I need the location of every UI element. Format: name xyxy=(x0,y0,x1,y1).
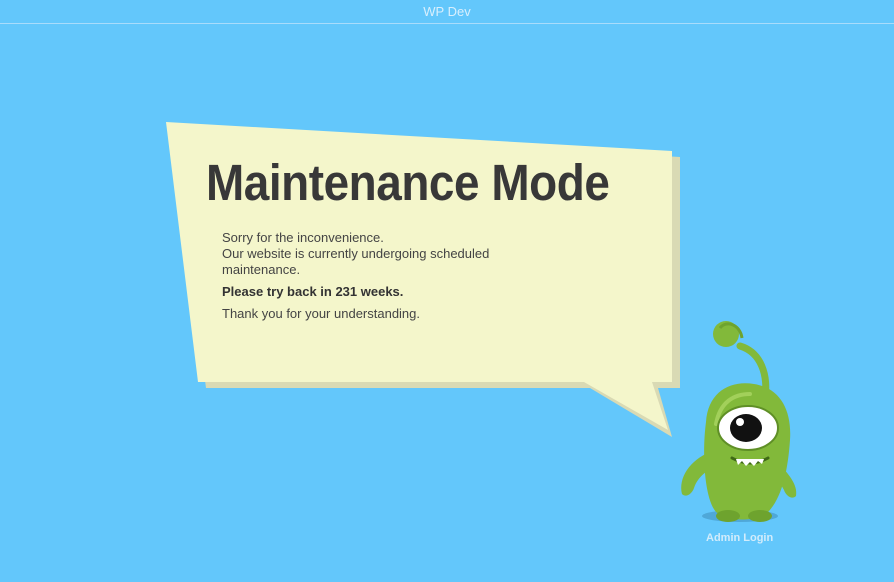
maintenance-message: Sorry for the inconvenience. Our website… xyxy=(222,230,552,322)
page-title: Maintenance Mode xyxy=(206,154,610,211)
thanks-text: Thank you for your understanding. xyxy=(222,306,421,321)
explanation-text: Our website is currently undergoing sche… xyxy=(222,246,490,277)
apology-text: Sorry for the inconvenience. xyxy=(222,230,384,245)
maintenance-message-panel: Maintenance Mode Sorry for the inconveni… xyxy=(200,150,670,322)
one-eyed-green-alien-icon xyxy=(681,321,797,522)
retry-notice: Please try back in 231 weeks. xyxy=(222,284,404,299)
admin-login-link[interactable]: Admin Login xyxy=(706,532,773,544)
